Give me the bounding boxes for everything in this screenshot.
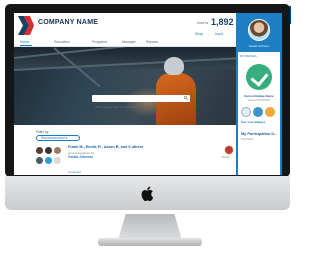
- nav-home[interactable]: Home: [20, 40, 29, 44]
- avatar[interactable]: [45, 157, 52, 164]
- profile-sidebar: Garett Johnson MY BADGES Earned Badge Na…: [236, 13, 282, 175]
- badge-caption: Badge: [222, 156, 230, 159]
- badge-icon[interactable]: [265, 107, 275, 117]
- main-content: COMPANY NAME POINTS 1,892 Shop Input Hom…: [14, 13, 236, 175]
- imac-monitor: COMPANY NAME POINTS 1,892 Shop Input Hom…: [5, 4, 290, 246]
- badge-icon[interactable]: [253, 107, 263, 117]
- earned-badge-date: Earned 03/10/2019: [248, 99, 270, 102]
- search-icon[interactable]: [184, 96, 188, 100]
- search-input[interactable]: [92, 103, 180, 111]
- avatar[interactable]: [36, 157, 43, 164]
- comment-link[interactable]: Comment: [68, 170, 81, 174]
- monitor-stand-foot: [98, 238, 202, 246]
- participation-title[interactable]: My Participation D...: [241, 132, 277, 136]
- filter-dropdown[interactable]: Recommended ▾: [36, 135, 80, 141]
- avatar[interactable]: [54, 147, 61, 154]
- avatar[interactable]: [45, 147, 52, 154]
- shop-link[interactable]: Shop: [195, 32, 203, 36]
- points-label: POINTS: [197, 21, 209, 25]
- main-nav: Home Education Programs Manager Reports: [14, 38, 236, 47]
- app-header: COMPANY NAME POINTS 1,892 Shop Input: [14, 13, 236, 41]
- nav-active-indicator: [20, 45, 32, 46]
- badges-card-heading: MY BADGES: [240, 54, 257, 58]
- monitor-screen: COMPANY NAME POINTS 1,892 Shop Input Hom…: [14, 13, 282, 175]
- nav-education[interactable]: Education: [54, 40, 70, 44]
- check-icon: [246, 64, 272, 90]
- search-box[interactable]: [92, 95, 190, 111]
- monitor-stand-neck: [118, 214, 182, 240]
- badge-icon[interactable]: [241, 107, 251, 117]
- activity-feed: Filter by Recommended ▾ Frank M., Emilie…: [14, 125, 236, 175]
- avatar[interactable]: [36, 147, 43, 154]
- feed-post-author[interactable]: Gerald Johnson: [68, 155, 93, 159]
- points-value: 1,892: [211, 17, 234, 27]
- hero-worker-helmet: [164, 57, 184, 75]
- avatar[interactable]: [54, 157, 61, 164]
- nav-programs[interactable]: Programs: [92, 40, 107, 44]
- profile-avatar[interactable]: [248, 19, 270, 41]
- hero-ceiling: [14, 47, 236, 69]
- profile-name: Garett Johnson: [248, 44, 270, 48]
- nav-manager[interactable]: Manager: [122, 40, 136, 44]
- hero-banner: [14, 47, 236, 125]
- participation-subtitle: This Month: [241, 138, 254, 141]
- company-name: COMPANY NAME: [38, 19, 99, 26]
- company-logo-icon[interactable]: [18, 16, 34, 35]
- earned-badge-title: Earned Badge Name: [244, 94, 274, 98]
- badge-icon: [224, 145, 234, 155]
- monitor-bezel: COMPANY NAME POINTS 1,892 Shop Input Hom…: [5, 4, 290, 177]
- app-window: COMPANY NAME POINTS 1,892 Shop Input Hom…: [14, 13, 282, 175]
- badges-card: MY BADGES Earned Badge Name Earned 03/10…: [238, 52, 280, 175]
- see-badges-link[interactable]: See Your Badges: [241, 120, 265, 124]
- filter-label: Filter by: [36, 130, 49, 134]
- feed-post-title[interactable]: Frank M., Emilie R., Aaron B. and 5 othe…: [68, 145, 143, 149]
- nav-reports[interactable]: Reports: [146, 40, 158, 44]
- apple-logo-icon: [141, 186, 154, 201]
- input-link[interactable]: Input: [215, 32, 223, 36]
